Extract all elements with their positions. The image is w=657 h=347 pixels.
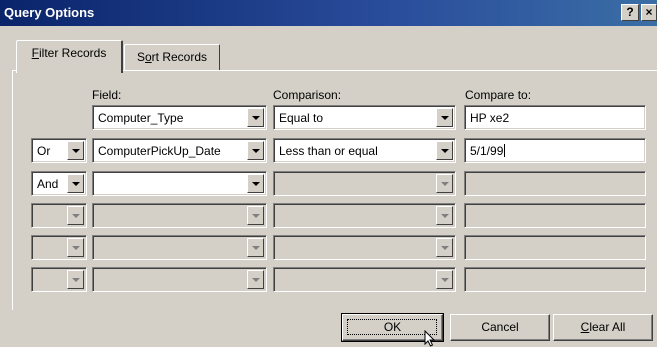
dropdown-arrow-icon: [247, 270, 264, 289]
conjunction-select-row5: [31, 235, 87, 260]
close-button[interactable]: ×: [641, 4, 657, 21]
comparison-value: Equal to: [279, 111, 324, 125]
compare-to-value: HP xe2: [470, 111, 510, 125]
dropdown-arrow-icon[interactable]: [247, 141, 264, 160]
dropdown-arrow-icon: [436, 206, 453, 225]
comparison-select-row5: [273, 235, 456, 260]
compare-to-value-wrap: 5/1/99: [470, 144, 506, 158]
dropdown-arrow-icon: [67, 270, 84, 289]
tab-filter-records-label: ilter Records: [38, 46, 107, 60]
compare-to-input-row6: [464, 267, 646, 292]
comparison-select-row4: [273, 203, 456, 228]
cancel-button-label: Cancel: [481, 320, 519, 334]
compare-to-value: 5/1/99: [470, 144, 504, 158]
title-bar: Query Options ? ×: [0, 0, 657, 26]
conjunction-select-row4: [31, 203, 87, 228]
close-icon: ×: [645, 5, 653, 19]
compare-to-header: Compare to:: [465, 88, 532, 102]
conjunction-value: Or: [37, 144, 51, 158]
field-select-row4: [92, 203, 267, 228]
clear-all-button-label: lear All: [589, 320, 626, 334]
comparison-select-row1[interactable]: Equal to: [273, 105, 456, 130]
dropdown-arrow-icon: [67, 238, 84, 257]
field-select-row5: [92, 235, 267, 260]
tab-filter-records-accel: F: [31, 46, 39, 60]
field-select-row2[interactable]: ComputerPickUp_Date: [92, 138, 267, 163]
compare-to-input-row4: [464, 203, 646, 228]
comparison-header: Comparison:: [273, 88, 342, 102]
dropdown-arrow-icon: [436, 238, 453, 257]
compare-to-input-row1[interactable]: HP xe2: [464, 105, 646, 130]
clear-all-accel: C: [580, 320, 590, 334]
comparison-select-row2[interactable]: Less than or equal: [273, 138, 456, 163]
field-header: Field:: [92, 88, 122, 102]
dropdown-arrow-icon[interactable]: [436, 141, 453, 160]
tab-sort-records-accel: o: [144, 50, 152, 64]
conjunction-value: And: [37, 177, 59, 191]
text-caret: [504, 144, 506, 157]
cancel-button[interactable]: Cancel: [450, 314, 550, 341]
conjunction-select-row6: [31, 267, 87, 292]
dropdown-arrow-icon[interactable]: [436, 108, 453, 127]
dropdown-arrow-icon: [247, 238, 264, 257]
dropdown-arrow-icon[interactable]: [67, 174, 84, 193]
tab-sort-records-label-pre: S: [136, 50, 145, 64]
dropdown-arrow-icon: [436, 174, 453, 193]
dropdown-arrow-icon: [247, 206, 264, 225]
field-select-row6: [92, 267, 267, 292]
tab-sort-records-label: rt Records: [151, 50, 208, 64]
field-value: ComputerPickUp_Date: [98, 144, 221, 158]
compare-to-input-row5: [464, 235, 646, 260]
dropdown-arrow-icon[interactable]: [67, 141, 84, 160]
comparison-select-row6: [273, 267, 456, 292]
field-select-row1[interactable]: Computer_Type: [92, 105, 267, 130]
conjunction-select-row2[interactable]: Or: [31, 138, 87, 163]
compare-to-input-row2[interactable]: 5/1/99: [464, 138, 646, 163]
field-value: Computer_Type: [98, 111, 184, 125]
tab-sort-records[interactable]: Sort Records: [124, 44, 220, 72]
field-select-row3[interactable]: [92, 171, 267, 196]
clear-all-button[interactable]: Clear All: [553, 314, 653, 341]
compare-to-input-row3: [464, 171, 646, 196]
tab-filter-records[interactable]: Filter Records: [16, 40, 123, 73]
help-icon: ?: [626, 5, 634, 19]
dropdown-arrow-icon: [436, 270, 453, 289]
help-button[interactable]: ?: [621, 4, 639, 21]
comparison-select-row3: [273, 171, 456, 196]
dropdown-arrow-icon[interactable]: [247, 174, 264, 193]
dropdown-arrow-icon: [67, 206, 84, 225]
mouse-pointer-icon: [424, 330, 436, 347]
conjunction-select-row3[interactable]: And: [31, 171, 87, 196]
dropdown-arrow-icon[interactable]: [247, 108, 264, 127]
comparison-value: Less than or equal: [279, 144, 378, 158]
window-title: Query Options: [4, 5, 95, 20]
